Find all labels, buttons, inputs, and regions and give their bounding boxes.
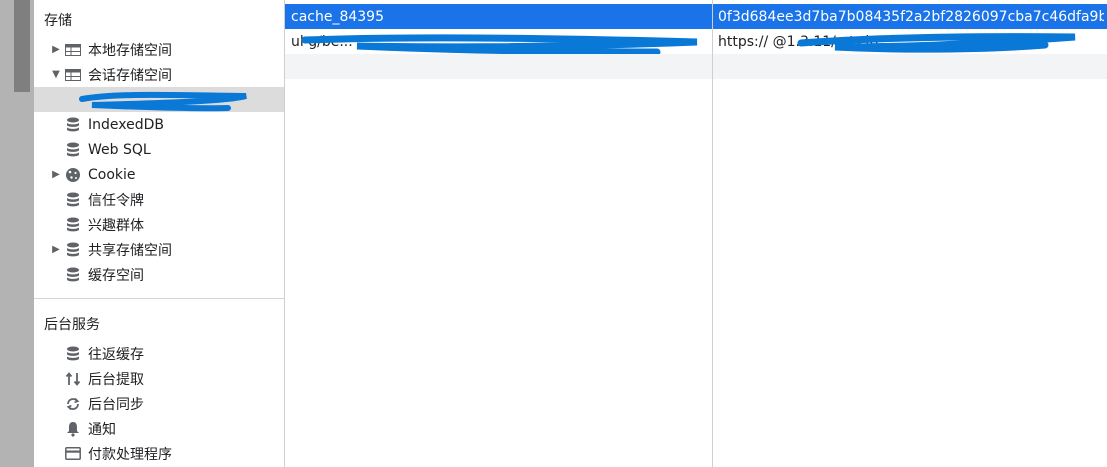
redaction-scribble xyxy=(79,91,247,112)
sidebar-item-back-forward-cache[interactable]: 往返缓存 xyxy=(34,341,284,366)
sidebar-item-label: Web SQL xyxy=(88,141,151,158)
database-icon xyxy=(64,345,82,363)
key-cell: cache_84395 xyxy=(291,8,384,25)
storage-data-grid: cache_84395 0f3d684ee3d7ba7b08435f2a2bf2… xyxy=(285,0,1107,467)
sidebar-item-label: Cookie xyxy=(88,166,136,183)
database-icon xyxy=(64,141,82,159)
sidebar-item-cookie[interactable]: ▶ Cookie xyxy=(34,162,284,187)
application-sidebar: 存储 ▶ 本地存储空间 ▼ 会话存储空间 IndexedDB Web SQL ▶… xyxy=(34,0,285,467)
sidebar-item-label: 兴趣群体 xyxy=(88,217,144,234)
sidebar-item-label: 付款处理程序 xyxy=(88,446,172,463)
sync-icon xyxy=(64,395,82,413)
bell-icon xyxy=(64,420,82,438)
sidebar-item-label: 共享存储空间 xyxy=(88,242,172,259)
database-icon xyxy=(64,216,82,234)
up-down-arrows-icon xyxy=(64,370,82,388)
window-scrollbar[interactable] xyxy=(0,0,34,467)
sidebar-item-label: 后台同步 xyxy=(88,396,144,413)
sidebar-item-label: 往返缓存 xyxy=(88,346,144,363)
table-icon xyxy=(64,41,82,59)
sidebar-item-payment-handler[interactable]: 付款处理程序 xyxy=(34,441,284,466)
sidebar-item-shared-storage[interactable]: ▶ 共享存储空间 xyxy=(34,237,284,262)
sidebar-item-local-storage[interactable]: ▶ 本地存储空间 xyxy=(34,37,284,62)
sidebar-item-trust-tokens[interactable]: 信任令牌 xyxy=(34,187,284,212)
table-row[interactable]: ul g/be... https:// @1.3.11/ uty.jp xyxy=(285,29,1107,56)
background-services-section-title: 后台服务 xyxy=(44,317,100,333)
value-cell: 0f3d684ee3d7ba7b08435f2a2bf2826097cba7c4… xyxy=(718,8,1104,25)
storage-section-title: 存储 xyxy=(44,13,72,29)
sidebar-item-label: IndexedDB xyxy=(88,116,164,133)
database-icon xyxy=(64,266,82,284)
table-row[interactable]: cache_84395 0f3d684ee3d7ba7b08435f2a2bf2… xyxy=(285,4,1107,29)
key-cell: ul g/be... xyxy=(291,33,353,50)
table-row-empty xyxy=(285,54,1107,79)
expand-arrow-icon[interactable]: ▶ xyxy=(50,44,62,55)
collapse-arrow-icon[interactable]: ▼ xyxy=(50,69,62,80)
sidebar-item-interest-groups[interactable]: 兴趣群体 xyxy=(34,212,284,237)
database-icon xyxy=(64,116,82,134)
sidebar-item-session-origin[interactable] xyxy=(34,87,284,112)
sidebar-item-label: 缓存空间 xyxy=(88,267,144,284)
sidebar-item-label: 会话存储空间 xyxy=(88,67,172,84)
sidebar-item-background-sync[interactable]: 后台同步 xyxy=(34,391,284,416)
table-icon xyxy=(64,66,82,84)
expand-arrow-icon[interactable]: ▶ xyxy=(50,244,62,255)
value-cell: https:// @1.3.11/ uty.jp xyxy=(718,33,879,50)
sidebar-item-label: 通知 xyxy=(88,421,116,438)
sidebar-item-label: 本地存储空间 xyxy=(88,42,172,59)
sidebar-item-session-storage[interactable]: ▼ 会话存储空间 xyxy=(34,62,284,87)
cookie-icon xyxy=(64,166,82,184)
sidebar-item-label: 后台提取 xyxy=(88,371,144,388)
sidebar-item-background-fetch[interactable]: 后台提取 xyxy=(34,366,284,391)
column-divider[interactable] xyxy=(712,0,713,467)
database-icon xyxy=(64,191,82,209)
expand-arrow-icon[interactable]: ▶ xyxy=(50,169,62,180)
scrollbar-thumb[interactable] xyxy=(14,0,30,92)
sidebar-item-websql[interactable]: Web SQL xyxy=(34,137,284,162)
database-icon xyxy=(64,241,82,259)
sidebar-item-indexeddb[interactable]: IndexedDB xyxy=(34,112,284,137)
sidebar-item-label: 信任令牌 xyxy=(88,192,144,209)
sidebar-item-cache-storage[interactable]: 缓存空间 xyxy=(34,262,284,287)
sidebar-item-notifications[interactable]: 通知 xyxy=(34,416,284,441)
card-icon xyxy=(64,445,82,463)
section-divider xyxy=(34,298,284,299)
